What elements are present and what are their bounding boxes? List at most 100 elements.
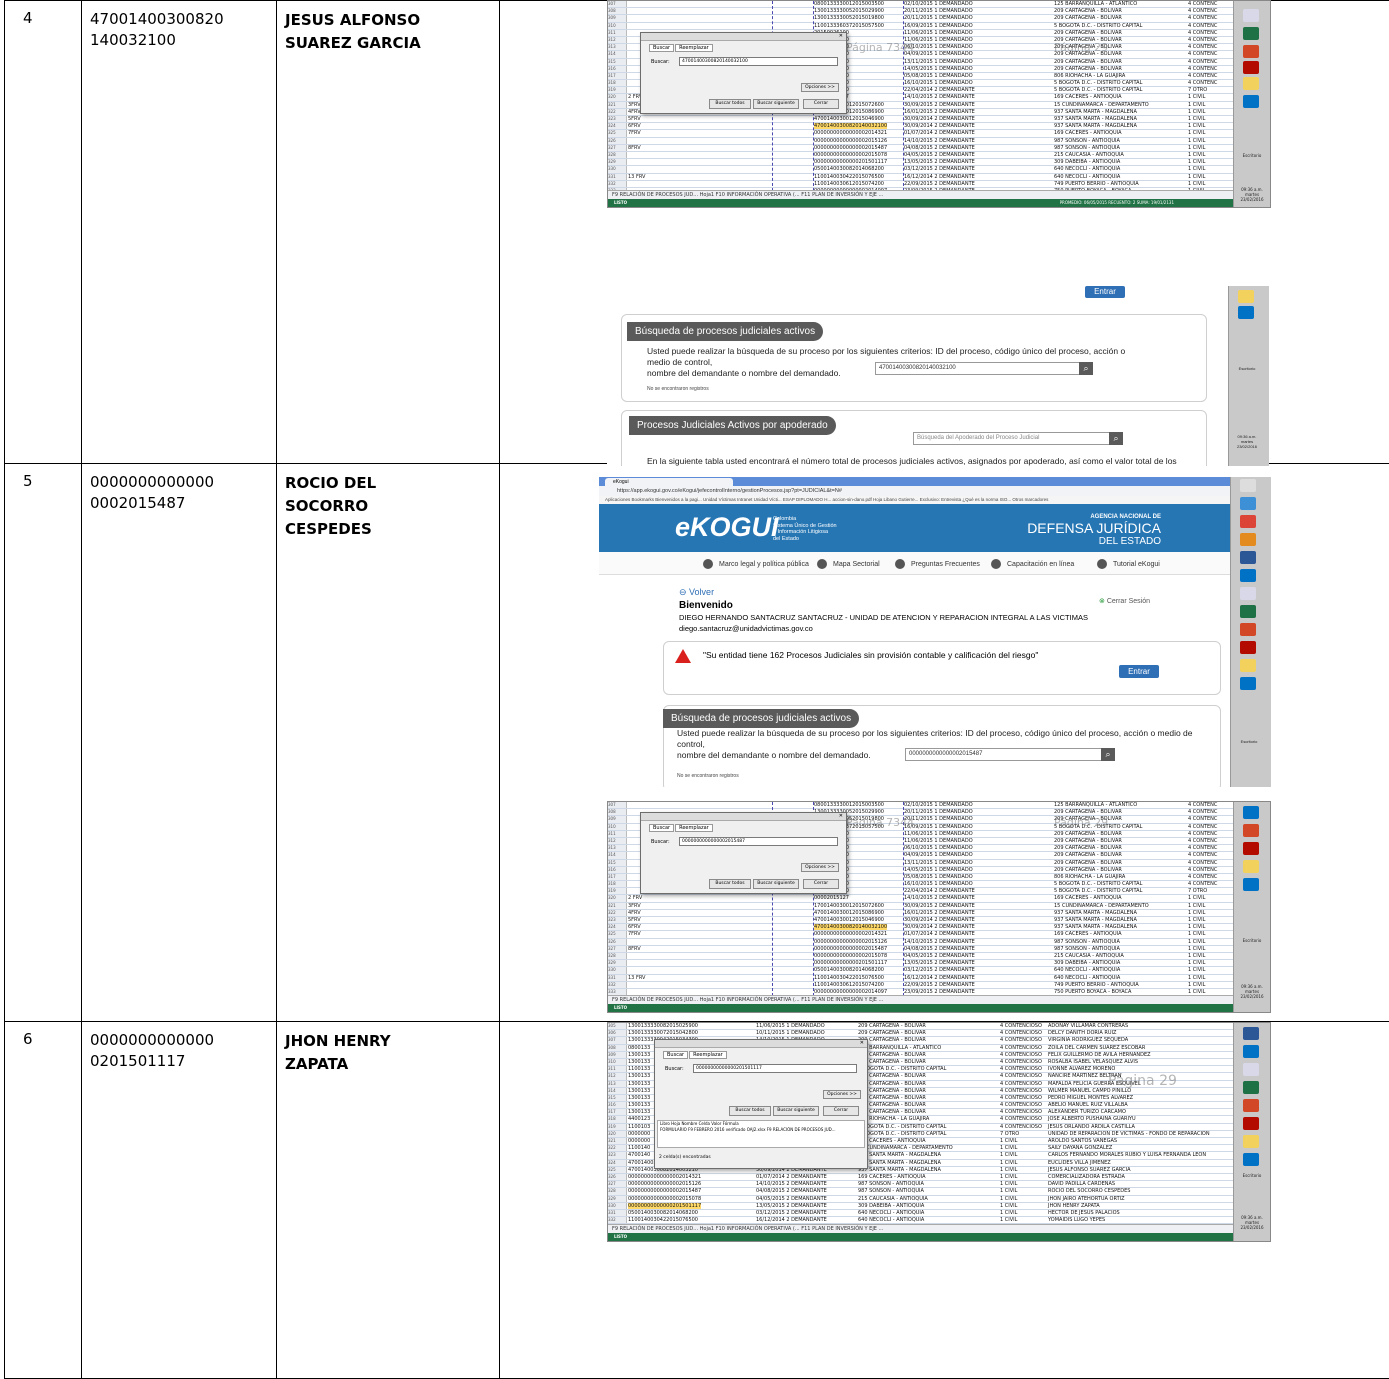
- cell-rn[interactable]: 325: [608, 1166, 627, 1173]
- cell-rn[interactable]: 326: [608, 1173, 627, 1181]
- cell-g[interactable]: 4 CONTENCIOSO: [1000, 1124, 1042, 1130]
- cell-e[interactable]: 16/10/2015 1 DEMANDADO: [904, 80, 973, 86]
- cell-rn[interactable]: 326: [608, 938, 627, 945]
- cell-f[interactable]: 209 CARTAGENA - BOLÍVAR: [858, 1081, 926, 1087]
- cell-g[interactable]: 1 CIVIL: [1000, 1152, 1017, 1158]
- ie-icon[interactable]: [1240, 497, 1256, 510]
- cell-f[interactable]: 215 CAUCASIA - ANTIOQUIA: [858, 1196, 928, 1202]
- cell-rn[interactable]: 312: [608, 837, 627, 845]
- sheet-tabs[interactable]: F9 RELACIÓN DE PROCESOS JUD... Hoja1 F10…: [608, 995, 1234, 1004]
- cell-rn[interactable]: 311: [608, 1066, 627, 1073]
- spreadsheet-row[interactable]: 325 7FRV 00000000000000002014321 01/07/2014…: [608, 130, 1234, 138]
- cell-g[interactable]: 1 CIVIL: [1188, 931, 1205, 937]
- find-all-button[interactable]: Buscar todos: [709, 879, 751, 889]
- cell-g[interactable]: 1 CIVIL: [1188, 917, 1205, 923]
- desktop-label[interactable]: Escritorio: [1236, 1173, 1268, 1178]
- folder-icon[interactable]: [1243, 860, 1259, 873]
- cell-g[interactable]: 1 CIVIL: [1188, 166, 1205, 172]
- cell-e[interactable]: 16/12/2014 2 DEMANDANTE: [904, 174, 975, 180]
- cell-g[interactable]: 4 CONTENCIOSO: [1000, 1109, 1042, 1115]
- cell-rn[interactable]: 315: [608, 859, 627, 866]
- cell-g[interactable]: 4 CONTENC: [1188, 816, 1217, 822]
- cell-e[interactable]: 02/10/2015 1 DEMANDADO: [904, 1, 973, 7]
- cell-g[interactable]: 4 CONTENC: [1188, 852, 1217, 858]
- cell-rn[interactable]: 324: [608, 123, 627, 130]
- cell-f[interactable]: 749 PUERTO BERRÍO - ANTIOQUIA: [1054, 982, 1139, 988]
- cell-g[interactable]: 1 CIVIL: [1000, 1167, 1017, 1173]
- cell-a[interactable]: 4FRV: [628, 109, 641, 115]
- cell-h[interactable]: JESÚS ORLANDO ARDILA CASTILLA: [1048, 1124, 1135, 1130]
- spreadsheet-row[interactable]: 324 6FRV 47001400300820140032100 30/09/2014…: [608, 924, 1234, 932]
- cell-rn[interactable]: 330: [608, 967, 627, 974]
- cell-e[interactable]: 16/09/2015 1 DEMANDADO: [904, 23, 973, 29]
- cell-rn[interactable]: 310: [608, 1058, 627, 1066]
- cell-rn[interactable]: 308: [608, 8, 627, 15]
- spreadsheet-row[interactable]: 328 00000000000000002015078 04/05/2015 2 D…: [608, 952, 1234, 961]
- cell-e[interactable]: 20/11/2015 1 DEMANDADO: [904, 816, 973, 822]
- cell-rn[interactable]: 314: [608, 51, 627, 58]
- spreadsheet-row[interactable]: 327 8FRV 00000000000000002015487 04/08/2015…: [608, 144, 1234, 152]
- cell-d[interactable]: 00000000000000002014321: [628, 1174, 701, 1180]
- desktop-label[interactable]: Escritorio: [1233, 739, 1265, 744]
- cell-f[interactable]: 209 CARTAGENA - BOLÍVAR: [1054, 66, 1122, 72]
- cell-rn[interactable]: 332: [608, 981, 627, 988]
- tab-replace[interactable]: Reemplazar: [675, 824, 713, 832]
- cell-g[interactable]: 4 CONTENC: [1188, 37, 1217, 43]
- spreadsheet-row[interactable]: 322 4FRV 4700140030012015086900 16/01/2015 …: [608, 909, 1234, 917]
- cell-rn[interactable]: 311: [608, 830, 627, 837]
- search-icon[interactable]: ⌕: [1079, 362, 1093, 375]
- cell-rn[interactable]: 307: [608, 1, 627, 8]
- cell-f[interactable]: 209 CARTAGENA - BOLÍVAR: [858, 1088, 926, 1094]
- cell-rn[interactable]: 320: [608, 1130, 627, 1137]
- cell-rn[interactable]: 329: [608, 159, 627, 166]
- cell-h[interactable]: ALEXANDER TURIZO CARCAMO: [1048, 1109, 1126, 1115]
- cell-f[interactable]: 937 SANTA MARTA - MAGDALENA: [1054, 917, 1137, 923]
- cell-rn[interactable]: 330: [608, 1202, 627, 1209]
- spreadsheet-row[interactable]: 332 1100140030612015074200 22/09/2015 2 DE…: [608, 180, 1234, 188]
- cell-f[interactable]: 309 DABEIBA - ANTIOQUIA: [858, 1203, 924, 1209]
- cell-g[interactable]: 4 CONTENC: [1188, 80, 1217, 86]
- cell-rn[interactable]: 306: [608, 1030, 627, 1037]
- spreadsheet-row[interactable]: 329 00000000000000002015078 04/05/2015 2 D…: [608, 1195, 1234, 1203]
- cell-f[interactable]: 209 CARTAGENA - BOLÍVAR: [858, 1073, 926, 1079]
- cell-f[interactable]: 5 BOGOTÁ D.C. - DISTRITO CAPITAL: [858, 1066, 946, 1072]
- cell-g[interactable]: 4 CONTENC: [1188, 73, 1217, 79]
- logout-link[interactable]: ⊗ Cerrar Sesión: [1099, 597, 1150, 605]
- nav-marco-legal[interactable]: Marco legal y política pública: [703, 559, 809, 569]
- cell-a[interactable]: 3FRV: [628, 903, 641, 909]
- find-next-button[interactable]: Buscar siguiente: [773, 1106, 819, 1116]
- cell-f[interactable]: 209 CARTAGENA - BOLÍVAR: [1054, 59, 1122, 65]
- cell-d[interactable]: 47001400300820140032100: [814, 924, 888, 931]
- cell-f[interactable]: 937 SANTA MARTA - MAGDALENA: [1054, 116, 1137, 122]
- cell-e[interactable]: 30/09/2015 2 DEMANDANTE: [904, 102, 975, 108]
- cell-f[interactable]: 806 RIOHACHA - LA GUAJIRA: [1054, 73, 1125, 79]
- cell-rn[interactable]: 309: [608, 1051, 627, 1058]
- cell-g[interactable]: 1 CIVIL: [1188, 130, 1205, 136]
- cell-f[interactable]: 937 SANTA MARTA - MAGDALENA: [1054, 123, 1137, 129]
- spreadsheet-row[interactable]: 330 00000000000000201501117 13/05/2015 2 D…: [608, 1202, 1234, 1210]
- cell-rn[interactable]: 318: [608, 1116, 627, 1123]
- cell-e[interactable]: 14/10/2015 2 DEMANDANTE: [904, 94, 975, 100]
- cell-rn[interactable]: 313: [608, 1080, 627, 1087]
- spreadsheet-row[interactable]: 331 0500140030082014068200 03/12/2015 2 DE…: [608, 1209, 1234, 1218]
- cell-f[interactable]: 937 SANTA MARTA - MAGDALENA: [1054, 910, 1137, 916]
- cell-g[interactable]: 4 CONTENCIOSO: [1000, 1023, 1042, 1029]
- cell-d[interactable]: 4700140030012015046900: [814, 917, 884, 923]
- cell-g[interactable]: 4 CONTENC: [1188, 809, 1217, 815]
- cell-g[interactable]: 4 CONTENC: [1188, 881, 1217, 887]
- cell-a[interactable]: 7FRV: [628, 130, 641, 136]
- cell-d[interactable]: 00000000000000201501117: [628, 1202, 702, 1209]
- cell-g[interactable]: 4 CONTENC: [1188, 8, 1217, 14]
- cell-rn[interactable]: 308: [608, 1044, 627, 1051]
- cell-h[interactable]: JOSÉ ALBERTO PUSHAINA GUARIYU: [1048, 1116, 1136, 1122]
- cell-f[interactable]: 640 NECOCLÍ - ANTIOQUIA: [858, 1217, 924, 1223]
- cell-f[interactable]: 5 BOGOTÁ D.C. - DISTRITO CAPITAL: [1054, 80, 1142, 86]
- cell-f[interactable]: 215 CAUCASIA - ANTIOQUIA: [1054, 152, 1124, 158]
- cell-rn[interactable]: 322: [608, 108, 627, 115]
- cell-f[interactable]: 640 NECOCLÍ - ANTIOQUIA: [1054, 166, 1120, 172]
- cell-g[interactable]: 4 CONTENC: [1188, 824, 1217, 830]
- cell-h[interactable]: FELIX GUILLERMO DE ÁVILA HERNÁNDEZ: [1048, 1052, 1151, 1058]
- cell-e[interactable]: 22/09/2015 2 DEMANDANTE: [904, 181, 975, 187]
- cell-rn[interactable]: 324: [608, 924, 627, 931]
- cell-d[interactable]: 4700140: [628, 1152, 650, 1158]
